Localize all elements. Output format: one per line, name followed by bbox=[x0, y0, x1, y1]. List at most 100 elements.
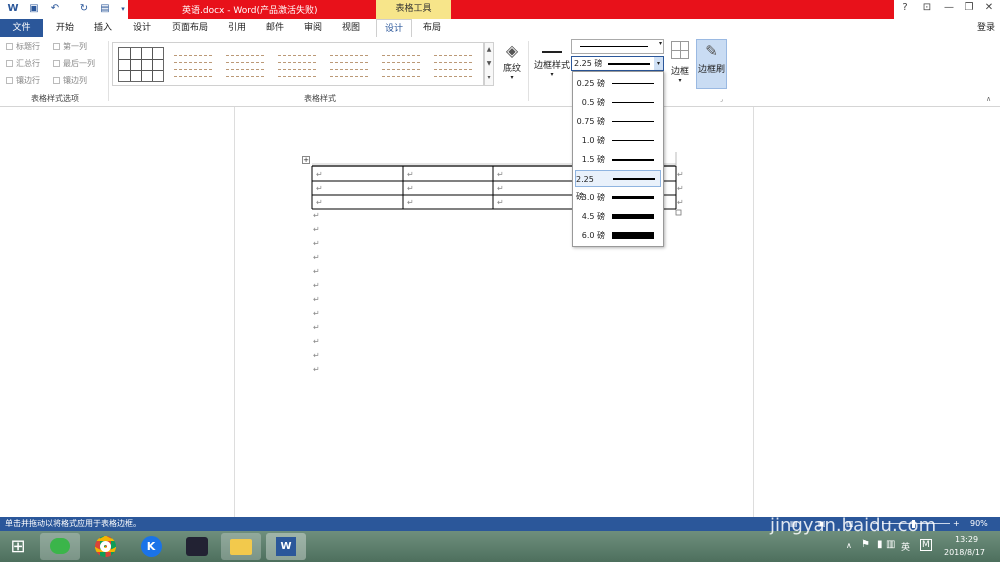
paragraph-mark: ↵ bbox=[313, 211, 320, 220]
game-icon[interactable] bbox=[177, 533, 217, 560]
chevron-down-icon: ▾ bbox=[658, 40, 662, 47]
paragraph-mark: ↵ bbox=[313, 239, 320, 248]
weight-option[interactable]: 4.5 磅 bbox=[575, 208, 661, 225]
tab-home[interactable]: 开始 bbox=[48, 19, 82, 37]
table-style-2[interactable] bbox=[170, 47, 216, 82]
borders-label: 边框 bbox=[670, 67, 689, 77]
flag-icon[interactable]: ⚑ bbox=[861, 539, 870, 550]
border-styles-label: 边框样式 bbox=[533, 61, 570, 71]
gallery-scroll[interactable]: ▲ ▼ ▾ bbox=[484, 42, 494, 86]
ime-mode-indicator[interactable]: M bbox=[920, 539, 932, 551]
first-column-label: 第一列 bbox=[63, 42, 87, 51]
weight-option[interactable]: 0.5 磅 bbox=[575, 94, 661, 111]
help-button[interactable]: ? bbox=[896, 2, 914, 16]
pen-weight-dropdown[interactable]: 0.25 磅 0.5 磅 0.75 磅 1.0 磅 1.5 磅 2.25 磅 3… bbox=[572, 71, 664, 247]
zoom-level[interactable]: 90% bbox=[970, 517, 988, 531]
ribbon: 标题行 第一列 汇总行 最后一列 镶边行 镶边列 表格样式选项 ▲ ▼ ▾ 表格样式… bbox=[0, 37, 1000, 107]
table-style-3[interactable] bbox=[222, 47, 268, 82]
paragraph-mark: ↵ bbox=[313, 365, 320, 374]
redo-icon[interactable]: ↻ bbox=[77, 2, 91, 16]
tab-file[interactable]: 文件 bbox=[0, 19, 43, 37]
weight-option[interactable]: 3.0 磅 bbox=[575, 189, 661, 206]
customize-qat-icon[interactable]: ▾ bbox=[116, 2, 130, 16]
tab-mailings[interactable]: 邮件 bbox=[258, 19, 292, 37]
table-style-plain-grid[interactable] bbox=[118, 47, 164, 82]
file-explorer-icon[interactable] bbox=[221, 533, 261, 560]
window-title: 英语.docx - Word(产品激活失败) bbox=[182, 6, 318, 16]
first-column-checkbox[interactable]: 第一列 bbox=[53, 41, 87, 52]
close-button[interactable]: ✕ bbox=[980, 2, 998, 16]
ribbon-display-button[interactable]: ⊡ bbox=[918, 2, 936, 16]
banded-columns-checkbox[interactable]: 镶边列 bbox=[53, 75, 87, 86]
shading-button[interactable]: ◈ 底纹 ▾ bbox=[500, 41, 524, 83]
cell-end-mark: ↵ bbox=[407, 184, 414, 193]
chrome-icon[interactable] bbox=[85, 533, 125, 560]
row-end-mark: ↵ bbox=[677, 184, 684, 193]
quick-save-icon[interactable]: ▤ bbox=[98, 2, 112, 16]
paragraph-mark: ↵ bbox=[313, 267, 320, 276]
cell-end-mark: ↵ bbox=[497, 198, 504, 207]
table-style-6[interactable] bbox=[378, 47, 424, 82]
windows-start-icon[interactable]: ⊞ bbox=[6, 533, 30, 560]
tab-design[interactable]: 设计 bbox=[125, 19, 159, 37]
border-styles-button[interactable]: 边框样式 ▾ bbox=[533, 41, 571, 85]
borders-button[interactable]: 边框 ▾ bbox=[669, 41, 691, 85]
banded-rows-checkbox[interactable]: 镶边行 bbox=[6, 75, 40, 86]
paragraph-mark: ↵ bbox=[313, 309, 320, 318]
word-taskbar-icon[interactable]: W bbox=[266, 533, 306, 560]
header-row-checkbox[interactable]: 标题行 bbox=[6, 41, 40, 52]
border-line-icon bbox=[542, 51, 562, 53]
collapse-ribbon-icon[interactable]: ∧ bbox=[986, 95, 991, 103]
banded-rows-label: 镶边行 bbox=[16, 76, 40, 85]
pen-weight-value: 2.25 磅 bbox=[574, 59, 603, 68]
clock-date[interactable]: 2018/8/17 bbox=[944, 548, 985, 557]
tab-references[interactable]: 引用 bbox=[220, 19, 254, 37]
weight-option[interactable]: 1.5 磅 bbox=[575, 151, 661, 168]
zoom-in-button[interactable]: + bbox=[953, 517, 960, 531]
table-styles-gallery[interactable] bbox=[112, 42, 484, 86]
cell-end-mark: ↵ bbox=[316, 184, 323, 193]
border-painter-button[interactable]: ✎ 边框刷 bbox=[696, 39, 727, 89]
ime-indicator[interactable]: 英 bbox=[901, 540, 910, 553]
table-style-7[interactable] bbox=[430, 47, 476, 82]
status-message: 单击并拖动以将格式应用于表格边框。 bbox=[5, 519, 141, 528]
battery-icon[interactable]: ▮ bbox=[877, 539, 883, 550]
shading-label: 底纹 bbox=[502, 64, 521, 74]
login-link[interactable]: 登录 bbox=[972, 19, 1000, 37]
tab-review[interactable]: 审阅 bbox=[296, 19, 330, 37]
pen-weight-select[interactable]: 2.25 磅 ▾ bbox=[571, 56, 664, 71]
undo-icon[interactable]: ↶ bbox=[48, 2, 62, 16]
weight-option[interactable]: 0.25 磅 bbox=[575, 75, 661, 92]
paragraph-mark: ↵ bbox=[313, 351, 320, 360]
last-column-checkbox[interactable]: 最后一列 bbox=[53, 58, 95, 69]
table-styles-group-label: 表格样式 bbox=[304, 94, 336, 103]
cell-end-mark: ↵ bbox=[316, 170, 323, 179]
restore-button[interactable]: ❐ bbox=[960, 2, 978, 16]
tab-view[interactable]: 视图 bbox=[334, 19, 368, 37]
table-style-5[interactable] bbox=[326, 47, 372, 82]
weight-option-selected[interactable]: 2.25 磅 bbox=[575, 170, 661, 201]
dialog-launcher-icon[interactable]: ⌟ bbox=[720, 96, 723, 103]
word-app-icon[interactable]: W bbox=[6, 2, 20, 16]
paragraph-mark: ↵ bbox=[313, 225, 320, 234]
network-icon[interactable]: ▥ bbox=[886, 539, 895, 550]
pen-style-select[interactable]: ▾ bbox=[571, 39, 664, 54]
tab-table-design[interactable]: 设计 bbox=[376, 19, 412, 37]
paragraph-mark: ↵ bbox=[313, 281, 320, 290]
weight-option[interactable]: 0.75 磅 bbox=[575, 113, 661, 130]
tab-insert[interactable]: 插入 bbox=[86, 19, 120, 37]
tray-up-icon[interactable]: ∧ bbox=[846, 541, 852, 550]
tab-table-layout[interactable]: 布局 bbox=[414, 19, 450, 37]
kugou-icon[interactable]: K bbox=[131, 533, 171, 560]
weight-option[interactable]: 6.0 磅 bbox=[575, 227, 661, 244]
minimize-button[interactable]: — bbox=[940, 2, 958, 16]
save-icon[interactable]: ▣ bbox=[27, 2, 41, 16]
title-bar: W ▣ ↶ ↻ ▤ ▾ 英语.docx - Word(产品激活失败) 表格工具 … bbox=[0, 0, 1000, 19]
tab-page-layout[interactable]: 页面布局 bbox=[165, 19, 215, 37]
brush-icon: ✎ bbox=[705, 42, 718, 60]
total-row-checkbox[interactable]: 汇总行 bbox=[6, 58, 40, 69]
table-style-4[interactable] bbox=[274, 47, 320, 82]
weight-option[interactable]: 1.0 磅 bbox=[575, 132, 661, 149]
clock-time[interactable]: 13:29 bbox=[955, 535, 978, 544]
wechat-icon[interactable] bbox=[40, 533, 80, 560]
